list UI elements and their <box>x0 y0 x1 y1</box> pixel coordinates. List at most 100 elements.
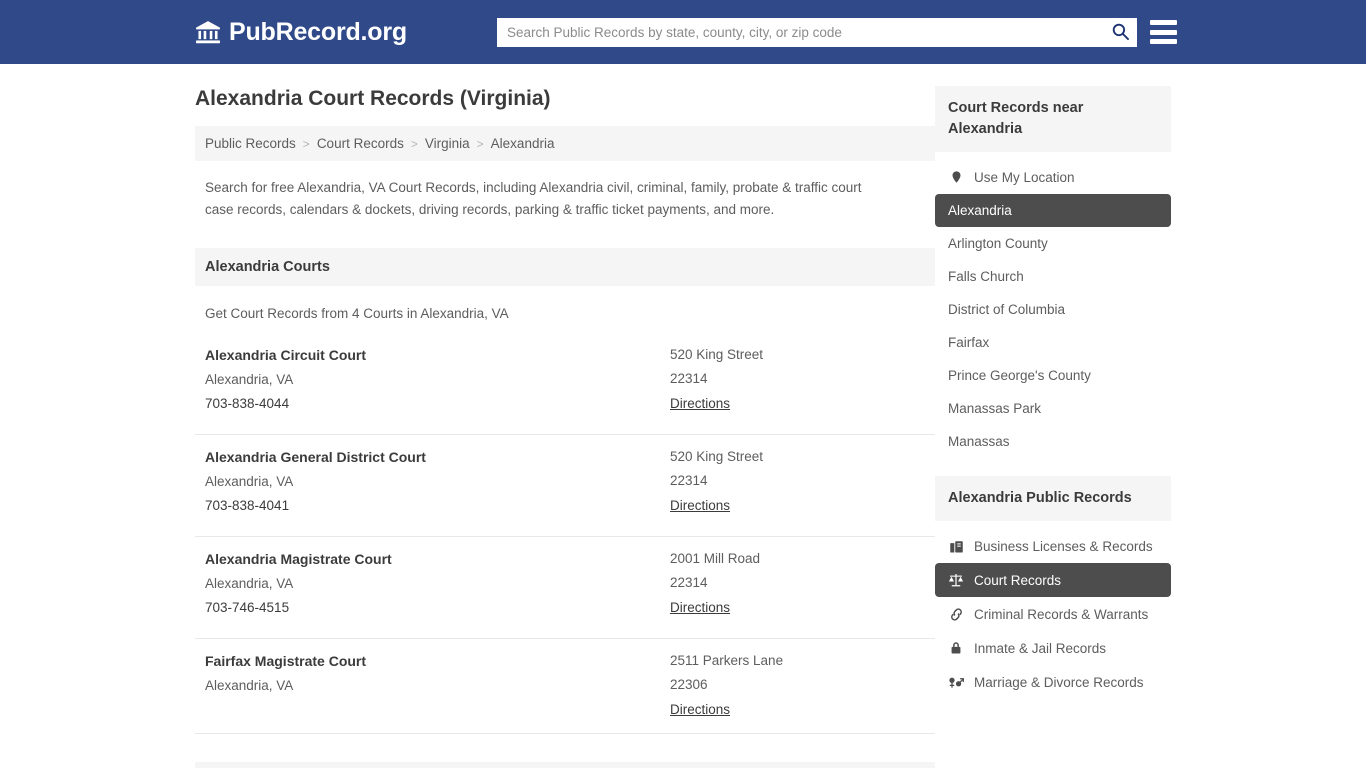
court-zip: 22314 <box>670 575 708 591</box>
table-row: Alexandria Circuit Court Alexandria, VA … <box>195 333 935 436</box>
intro-description: Search for free Alexandria, VA Court Rec… <box>205 180 862 217</box>
menu-bar-1 <box>1150 20 1177 25</box>
menu-bar-3 <box>1150 39 1177 44</box>
near-panel-heading: Court Records near Alexandria <box>935 86 1171 153</box>
sidebar-item-arlington-county[interactable]: Arlington County <box>935 227 1171 260</box>
sidebar-item-label: Alexandria <box>948 203 1012 219</box>
court-name: Alexandria General District Court <box>205 449 426 466</box>
court-city: Alexandria, VA <box>205 678 294 694</box>
lock-icon <box>948 640 964 656</box>
gender-symbols-icon <box>948 674 964 690</box>
court-info-right: 520 King Street 22314 Directions <box>670 449 925 522</box>
brand-name: PubRecord.org <box>229 17 407 46</box>
sidebar-item-prince-georges-county[interactable]: Prince George's County <box>935 359 1171 392</box>
breadcrumb-separator-icon: > <box>410 136 418 151</box>
sidebar-item-manassas-park[interactable]: Manassas Park <box>935 392 1171 425</box>
sidebar-item-district-of-columbia[interactable]: District of Columbia <box>935 293 1171 326</box>
court-name: Fairfax Magistrate Court <box>205 653 367 670</box>
court-info-left: Alexandria Circuit Court Alexandria, VA … <box>205 347 670 420</box>
sidebar-item-manassas[interactable]: Manassas <box>935 425 1171 458</box>
court-phone: 703-838-4044 <box>205 396 290 412</box>
directions-link[interactable]: Directions <box>670 498 730 513</box>
sidebar-item-label: Criminal Records & Warrants <box>974 606 1149 622</box>
near-panel: Court Records near Alexandria Use My Loc… <box>935 86 1171 458</box>
sidebar-item-label: Business Licenses & Records <box>974 538 1153 554</box>
courts-section-subheading: Get Court Records from 4 Courts in Alexa… <box>205 306 509 322</box>
brand-logo-link[interactable]: PubRecord.org <box>195 18 407 47</box>
sidebar: Court Records near Alexandria Use My Loc… <box>935 64 1171 768</box>
scales-icon <box>948 572 964 588</box>
sidebar-item-court-records[interactable]: Court Records <box>935 563 1171 598</box>
court-name: Alexandria Circuit Court <box>205 347 367 364</box>
sidebar-item-marriage-divorce-records[interactable]: Marriage & Divorce Records <box>935 665 1171 699</box>
sidebar-item-use-my-location[interactable]: Use My Location <box>935 160 1171 194</box>
table-row: Fairfax Magistrate Court Alexandria, VA … <box>195 639 935 735</box>
sidebar-item-label: Falls Church <box>948 269 1024 285</box>
search-input[interactable] <box>497 18 1103 47</box>
directions-link[interactable]: Directions <box>670 702 730 717</box>
sidebar-item-inmate-jail-records[interactable]: Inmate & Jail Records <box>935 631 1171 665</box>
handcuffs-icon <box>948 606 964 622</box>
court-address: 2511 Parkers Lane <box>670 653 784 669</box>
site-header: PubRecord.org <box>0 0 1366 64</box>
search-bar <box>497 18 1137 47</box>
court-info-right: 2511 Parkers Lane 22306 Directions <box>670 653 925 719</box>
search-icon <box>1111 22 1130 44</box>
breadcrumb-item-court-records[interactable]: Court Records <box>317 136 404 151</box>
sidebar-item-label: Marriage & Divorce Records <box>974 674 1144 690</box>
breadcrumb-separator-icon: > <box>476 136 484 151</box>
briefcase-icon <box>948 538 964 554</box>
main-content: Alexandria Court Records (Virginia) Publ… <box>195 64 935 768</box>
breadcrumb: Public Records > Court Records > Virgini… <box>195 126 935 162</box>
court-info-right: 520 King Street 22314 Directions <box>670 347 925 420</box>
courts-list: Alexandria Circuit Court Alexandria, VA … <box>195 333 935 735</box>
sidebar-item-falls-church[interactable]: Falls Church <box>935 260 1171 293</box>
page-title: Alexandria Court Records (Virginia) <box>195 87 551 110</box>
courts-section-heading: Alexandria Courts <box>195 248 935 287</box>
sidebar-item-label: Arlington County <box>948 236 1048 252</box>
court-phone: 703-746-4515 <box>205 600 290 616</box>
sidebar-item-criminal-records[interactable]: Criminal Records & Warrants <box>935 597 1171 631</box>
breadcrumb-separator-icon: > <box>302 136 310 151</box>
breadcrumb-item-public-records[interactable]: Public Records <box>205 136 296 151</box>
court-info-left: Alexandria Magistrate Court Alexandria, … <box>205 551 670 624</box>
records-panel-heading: Alexandria Public Records <box>935 476 1171 522</box>
page-body: Alexandria Court Records (Virginia) Publ… <box>0 64 1366 768</box>
sidebar-item-label: Use My Location <box>974 169 1075 185</box>
table-row: Alexandria General District Court Alexan… <box>195 435 935 538</box>
court-phone: 703-838-4041 <box>205 498 290 514</box>
records-panel: Alexandria Public Records Business Licen… <box>935 476 1171 699</box>
sidebar-item-label: Manassas <box>948 434 1010 450</box>
court-address: 520 King Street <box>670 449 764 465</box>
sidebar-item-alexandria[interactable]: Alexandria <box>935 194 1171 228</box>
menu-bar-2 <box>1150 29 1177 35</box>
directions-link[interactable]: Directions <box>670 600 730 615</box>
sidebar-item-label: Prince George's County <box>948 368 1091 384</box>
breadcrumb-item-virginia[interactable]: Virginia <box>425 136 470 151</box>
court-info-left: Fairfax Magistrate Court Alexandria, VA <box>205 653 670 719</box>
records-panel-list: Business Licenses & Records Court Record… <box>935 521 1171 699</box>
court-city: Alexandria, VA <box>205 474 294 490</box>
near-panel-list: Use My Location Alexandria Arlington Cou… <box>935 152 1171 458</box>
court-city: Alexandria, VA <box>205 576 294 592</box>
sidebar-item-label: Court Records <box>974 572 1062 588</box>
search-button[interactable] <box>1103 18 1137 47</box>
court-zip: 22306 <box>670 677 708 693</box>
hamburger-menu-icon[interactable] <box>1150 17 1177 47</box>
sidebar-item-label: District of Columbia <box>948 302 1066 318</box>
sidebar-item-business-licenses[interactable]: Business Licenses & Records <box>935 529 1171 563</box>
court-zip: 22314 <box>670 473 708 489</box>
court-city: Alexandria, VA <box>205 372 294 388</box>
court-info-left: Alexandria General District Court Alexan… <box>205 449 670 522</box>
breadcrumb-item-alexandria[interactable]: Alexandria <box>491 136 555 151</box>
sidebar-item-label: Manassas Park <box>948 401 1042 417</box>
sidebar-item-fairfax[interactable]: Fairfax <box>935 326 1171 359</box>
table-row: Alexandria Magistrate Court Alexandria, … <box>195 537 935 640</box>
directions-link[interactable]: Directions <box>670 396 730 411</box>
map-pin-icon <box>948 169 964 185</box>
court-address: 520 King Street <box>670 347 764 363</box>
da-section-heading: Alexandria District Attorney Office <box>195 762 935 768</box>
court-name: Alexandria Magistrate Court <box>205 551 392 568</box>
sidebar-item-label: Fairfax <box>948 335 990 351</box>
court-address: 2001 Mill Road <box>670 551 761 567</box>
